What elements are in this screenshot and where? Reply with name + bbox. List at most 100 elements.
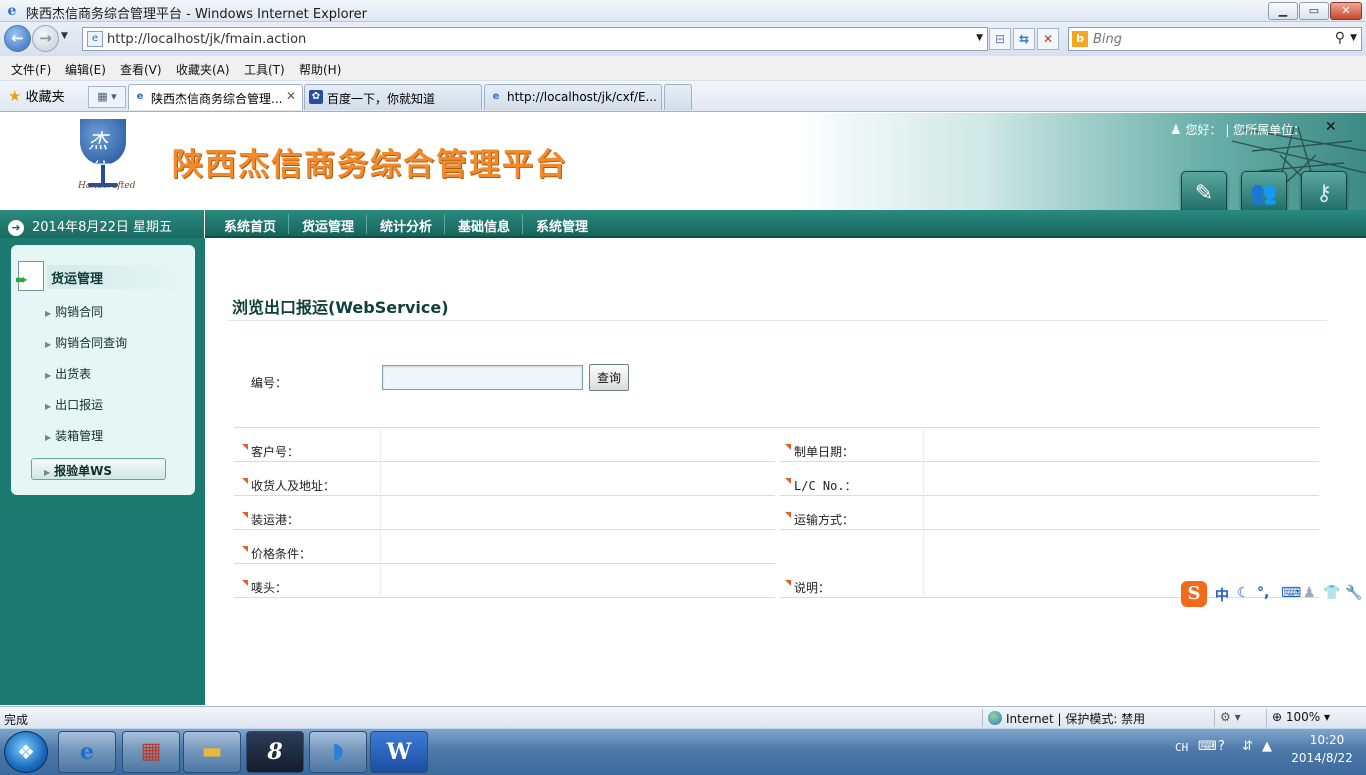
maximize-button[interactable]: ▭ bbox=[1299, 2, 1329, 20]
taskbar-word[interactable]: W bbox=[370, 731, 428, 773]
ie-icon: e bbox=[7, 3, 17, 19]
sidebar-item-contract-query[interactable]: ▶ 购销合同查询 bbox=[45, 334, 127, 351]
triangle-icon: ▶ bbox=[45, 309, 52, 318]
network-icon[interactable]: ⇵ bbox=[1242, 739, 1253, 754]
nav-home[interactable]: 系统首页 bbox=[224, 216, 276, 235]
section-divider bbox=[227, 320, 1327, 321]
nav-statistics[interactable]: 统计分析 bbox=[380, 216, 432, 235]
logout-close-button[interactable]: ✕ bbox=[1325, 119, 1337, 135]
search-icon[interactable]: ⚲ bbox=[1335, 30, 1345, 46]
eight-icon: 8 bbox=[267, 739, 283, 765]
unit-label: | 您所属单位： bbox=[1225, 123, 1306, 137]
triangle-icon: ▶ bbox=[45, 402, 52, 411]
wrench-icon[interactable]: 🔧 bbox=[1345, 585, 1362, 601]
search-box: b ⚲ ▼ bbox=[1068, 27, 1362, 51]
clock-time[interactable]: 10:20 bbox=[1296, 733, 1358, 747]
tab-bar: ★ 收藏夹 ▦ ▾ e 陕西杰信商务综合管理... ✕ ✿ 百度一下，你就知道 … bbox=[0, 81, 1366, 112]
close-tab-icon[interactable]: ✕ bbox=[286, 89, 296, 103]
close-window-button[interactable]: ✕ bbox=[1330, 2, 1362, 20]
nav-basic-info[interactable]: 基础信息 bbox=[458, 216, 510, 235]
search-dropdown-icon[interactable]: ▼ bbox=[1350, 33, 1357, 43]
show-hidden-icons[interactable]: ▲ bbox=[1262, 739, 1272, 754]
new-tab-button[interactable] bbox=[664, 84, 692, 110]
menu-view[interactable]: 查看(V) bbox=[120, 61, 162, 78]
back-button[interactable]: ← bbox=[4, 25, 31, 52]
zoom-control[interactable]: ⊕ 100% ▾ bbox=[1272, 710, 1330, 724]
quick-tabs-button[interactable]: ▦ ▾ bbox=[88, 86, 126, 108]
refresh-icon: ⇆ bbox=[1018, 32, 1030, 46]
taskbar-explorer[interactable]: ▬ bbox=[183, 731, 241, 773]
skin-shirt-icon[interactable]: 👕 bbox=[1323, 585, 1340, 601]
compatibility-view-button[interactable]: ⊟ bbox=[989, 28, 1011, 50]
menu-edit[interactable]: 编辑(E) bbox=[65, 61, 106, 78]
nav-freight[interactable]: 货运管理 bbox=[302, 216, 354, 235]
menu-help[interactable]: 帮助(H) bbox=[299, 61, 341, 78]
keys-icon: ⚷ bbox=[1315, 181, 1333, 206]
protected-mode-button[interactable]: ⚙ ▾ bbox=[1220, 710, 1241, 724]
minimize-button[interactable]: ▁ bbox=[1268, 2, 1298, 20]
taskbar-ie[interactable]: e bbox=[58, 731, 116, 773]
menu-file[interactable]: 文件(F) bbox=[11, 61, 51, 78]
menu-favorites[interactable]: 收藏夹(A) bbox=[176, 61, 230, 78]
sidebar-panel: ➨ 货运管理 ▶ 购销合同 ▶ 购销合同查询 ▶ 出货表 ▶ 出口报运 ▶ 装箱管理 ▶ 报… bbox=[11, 245, 195, 495]
nav-system[interactable]: 系统管理 bbox=[536, 216, 588, 235]
ie-icon: e bbox=[80, 739, 94, 765]
recent-pages-dropdown-icon[interactable]: ▼ bbox=[61, 31, 68, 41]
number-label: 编号： bbox=[251, 376, 288, 390]
address-url[interactable]: http://localhost/jk/fmain.action bbox=[107, 32, 306, 47]
form-divider bbox=[234, 427, 1319, 428]
taskbar: ❖ e ▦ ▬ 8 ◗ W CH ⌨ ? ⇵ ▲ bbox=[0, 728, 1366, 775]
keys-button[interactable]: ⚷ bbox=[1301, 171, 1347, 215]
moon-icon[interactable]: ☾ bbox=[1237, 585, 1250, 601]
favorites-button[interactable]: ★ 收藏夹 bbox=[8, 86, 65, 105]
tab-cxf[interactable]: e http://localhost/jk/cxf/E... bbox=[484, 84, 662, 110]
edit-button[interactable]: ✎ bbox=[1181, 171, 1227, 215]
address-bar[interactable]: e http://localhost/jk/fmain.action ▼ bbox=[82, 27, 988, 51]
sidebar-item-contract[interactable]: ▶ 购销合同 bbox=[45, 303, 103, 320]
taskbar-mysql-dolphin[interactable]: ◗ bbox=[309, 731, 367, 773]
window-title-bar: e 陕西杰信商务综合管理平台 - Windows Internet Explor… bbox=[0, 0, 1366, 22]
search-input[interactable] bbox=[1093, 31, 1323, 47]
sidebar-heading: 货运管理 bbox=[47, 265, 193, 289]
punctuation-icon[interactable]: °, bbox=[1257, 585, 1269, 601]
keyboard-icon[interactable]: ⌨ bbox=[1281, 585, 1301, 601]
user-icon[interactable]: ♟ bbox=[1303, 585, 1316, 601]
taskbar-app-eight[interactable]: 8 bbox=[246, 731, 304, 773]
tab-platform[interactable]: e 陕西杰信商务综合管理... ✕ bbox=[128, 84, 303, 110]
security-zone[interactable]: Internet | 保护模式: 禁用 bbox=[988, 710, 1145, 727]
sogou-logo-icon[interactable]: S bbox=[1181, 581, 1207, 607]
customer-no-label: 客户号： bbox=[242, 443, 299, 460]
corner-marker-icon bbox=[785, 512, 791, 518]
sidebar-item-outproduct[interactable]: ▶ 出货表 bbox=[45, 365, 91, 382]
forward-button[interactable]: → bbox=[32, 25, 59, 52]
tab-baidu[interactable]: ✿ 百度一下，你就知道 bbox=[304, 84, 482, 110]
taskbar-calendar-app[interactable]: ▦ bbox=[122, 731, 180, 773]
window-title: 陕西杰信商务综合管理平台 - Windows Internet Explorer bbox=[26, 7, 367, 22]
stop-button[interactable]: ✕ bbox=[1037, 28, 1059, 50]
help-icon[interactable]: ? bbox=[1218, 739, 1225, 754]
marks-label: 唛头： bbox=[242, 579, 287, 596]
clock-date[interactable]: 2014/8/22 bbox=[1286, 751, 1358, 765]
sidebar-item-packing[interactable]: ▶ 装箱管理 bbox=[45, 427, 103, 444]
menu-tools[interactable]: 工具(T) bbox=[244, 61, 285, 78]
keyboard-tray-icon[interactable]: ⌨ bbox=[1198, 739, 1217, 754]
start-button[interactable]: ❖ bbox=[4, 731, 48, 773]
star-icon: ★ bbox=[8, 87, 22, 105]
date-bar: ➜ 2014年8月22日 星期五 bbox=[0, 210, 204, 238]
page-icon: e bbox=[87, 31, 103, 47]
language-indicator[interactable]: CH bbox=[1175, 741, 1188, 754]
users-button[interactable]: 👥 bbox=[1241, 171, 1287, 215]
query-button[interactable]: 查询 bbox=[589, 364, 629, 391]
refresh-button[interactable]: ⇆ bbox=[1013, 28, 1035, 50]
bing-icon: b bbox=[1072, 31, 1088, 47]
sidebar-item-inspection-ws[interactable]: ▶ 报验单WS bbox=[31, 458, 166, 480]
corner-marker-icon bbox=[785, 444, 791, 450]
chinese-mode-toggle[interactable]: 中 bbox=[1215, 585, 1229, 605]
number-input[interactable] bbox=[382, 365, 583, 390]
address-dropdown-icon[interactable]: ▼ bbox=[976, 33, 983, 43]
baidu-paw-icon: ✿ bbox=[309, 90, 323, 104]
logo-script: Handcrafted bbox=[78, 181, 136, 191]
pencil-notepad-icon: ✎ bbox=[1194, 181, 1214, 206]
sidebar-item-export[interactable]: ▶ 出口报运 bbox=[45, 396, 103, 413]
users-icon: 👥 bbox=[1250, 181, 1278, 206]
